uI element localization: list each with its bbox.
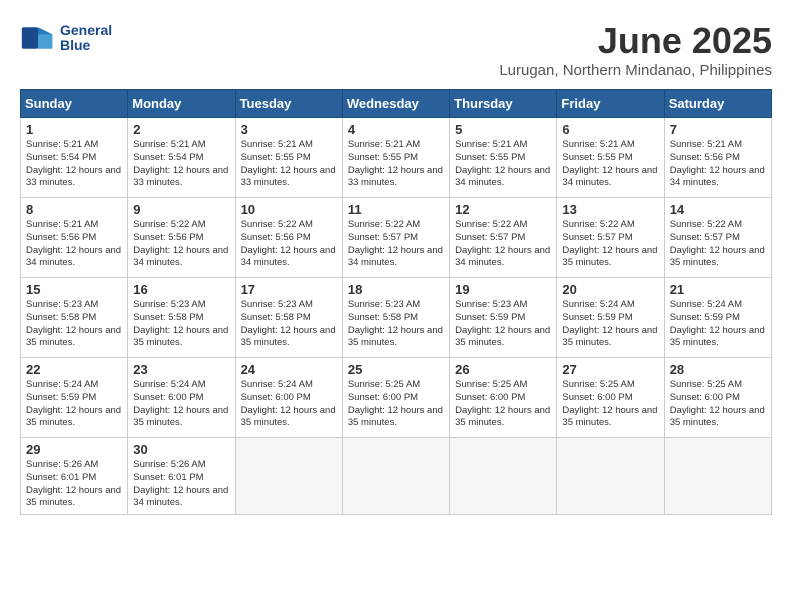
table-row: 15 Sunrise: 5:23 AMSunset: 5:58 PMDaylig… bbox=[21, 278, 128, 358]
general-blue-logo-icon bbox=[20, 20, 56, 56]
month-title: June 2025 bbox=[499, 20, 772, 62]
table-row: 4 Sunrise: 5:21 AMSunset: 5:55 PMDayligh… bbox=[342, 118, 449, 198]
table-row bbox=[450, 438, 557, 515]
col-thursday: Thursday bbox=[450, 90, 557, 118]
logo: General Blue bbox=[20, 20, 112, 56]
table-row: 24 Sunrise: 5:24 AMSunset: 6:00 PMDaylig… bbox=[235, 358, 342, 438]
location-title: Lurugan, Northern Mindanao, Philippines bbox=[499, 62, 772, 79]
col-monday: Monday bbox=[128, 90, 235, 118]
table-row bbox=[557, 438, 664, 515]
table-row: 20 Sunrise: 5:24 AMSunset: 5:59 PMDaylig… bbox=[557, 278, 664, 358]
table-row: 3 Sunrise: 5:21 AMSunset: 5:55 PMDayligh… bbox=[235, 118, 342, 198]
week-row-1: 1 Sunrise: 5:21 AMSunset: 5:54 PMDayligh… bbox=[21, 118, 772, 198]
col-tuesday: Tuesday bbox=[235, 90, 342, 118]
week-row-3: 15 Sunrise: 5:23 AMSunset: 5:58 PMDaylig… bbox=[21, 278, 772, 358]
table-row: 17 Sunrise: 5:23 AMSunset: 5:58 PMDaylig… bbox=[235, 278, 342, 358]
table-row: 29 Sunrise: 5:26 AMSunset: 6:01 PMDaylig… bbox=[21, 438, 128, 515]
table-row bbox=[664, 438, 771, 515]
table-row: 23 Sunrise: 5:24 AMSunset: 6:00 PMDaylig… bbox=[128, 358, 235, 438]
table-row bbox=[235, 438, 342, 515]
table-row: 8 Sunrise: 5:21 AMSunset: 5:56 PMDayligh… bbox=[21, 198, 128, 278]
table-row: 25 Sunrise: 5:25 AMSunset: 6:00 PMDaylig… bbox=[342, 358, 449, 438]
table-row: 2 Sunrise: 5:21 AMSunset: 5:54 PMDayligh… bbox=[128, 118, 235, 198]
table-row: 18 Sunrise: 5:23 AMSunset: 5:58 PMDaylig… bbox=[342, 278, 449, 358]
week-row-5: 29 Sunrise: 5:26 AMSunset: 6:01 PMDaylig… bbox=[21, 438, 772, 515]
table-row: 1 Sunrise: 5:21 AMSunset: 5:54 PMDayligh… bbox=[21, 118, 128, 198]
header: General Blue June 2025 Lurugan, Northern… bbox=[20, 20, 772, 79]
week-row-2: 8 Sunrise: 5:21 AMSunset: 5:56 PMDayligh… bbox=[21, 198, 772, 278]
table-row: 9 Sunrise: 5:22 AMSunset: 5:56 PMDayligh… bbox=[128, 198, 235, 278]
table-row: 7 Sunrise: 5:21 AMSunset: 5:56 PMDayligh… bbox=[664, 118, 771, 198]
table-row: 28 Sunrise: 5:25 AMSunset: 6:00 PMDaylig… bbox=[664, 358, 771, 438]
logo-line2: Blue bbox=[60, 38, 112, 53]
table-row: 27 Sunrise: 5:25 AMSunset: 6:00 PMDaylig… bbox=[557, 358, 664, 438]
col-wednesday: Wednesday bbox=[342, 90, 449, 118]
table-row: 14 Sunrise: 5:22 AMSunset: 5:57 PMDaylig… bbox=[664, 198, 771, 278]
table-row: 22 Sunrise: 5:24 AMSunset: 5:59 PMDaylig… bbox=[21, 358, 128, 438]
title-area: June 2025 Lurugan, Northern Mindanao, Ph… bbox=[499, 20, 772, 79]
table-row: 5 Sunrise: 5:21 AMSunset: 5:55 PMDayligh… bbox=[450, 118, 557, 198]
calendar: Sunday Monday Tuesday Wednesday Thursday… bbox=[20, 89, 772, 515]
table-row: 12 Sunrise: 5:22 AMSunset: 5:57 PMDaylig… bbox=[450, 198, 557, 278]
table-row: 26 Sunrise: 5:25 AMSunset: 6:00 PMDaylig… bbox=[450, 358, 557, 438]
table-row: 19 Sunrise: 5:23 AMSunset: 5:59 PMDaylig… bbox=[450, 278, 557, 358]
table-row: 21 Sunrise: 5:24 AMSunset: 5:59 PMDaylig… bbox=[664, 278, 771, 358]
week-row-4: 22 Sunrise: 5:24 AMSunset: 5:59 PMDaylig… bbox=[21, 358, 772, 438]
table-row: 16 Sunrise: 5:23 AMSunset: 5:58 PMDaylig… bbox=[128, 278, 235, 358]
table-row: 13 Sunrise: 5:22 AMSunset: 5:57 PMDaylig… bbox=[557, 198, 664, 278]
col-friday: Friday bbox=[557, 90, 664, 118]
logo-text: General Blue bbox=[60, 23, 112, 54]
table-row: 10 Sunrise: 5:22 AMSunset: 5:56 PMDaylig… bbox=[235, 198, 342, 278]
table-row: 30 Sunrise: 5:26 AMSunset: 6:01 PMDaylig… bbox=[128, 438, 235, 515]
logo-line1: General bbox=[60, 23, 112, 38]
col-sunday: Sunday bbox=[21, 90, 128, 118]
calendar-header-row: Sunday Monday Tuesday Wednesday Thursday… bbox=[21, 90, 772, 118]
table-row: 6 Sunrise: 5:21 AMSunset: 5:55 PMDayligh… bbox=[557, 118, 664, 198]
table-row: 11 Sunrise: 5:22 AMSunset: 5:57 PMDaylig… bbox=[342, 198, 449, 278]
col-saturday: Saturday bbox=[664, 90, 771, 118]
table-row bbox=[342, 438, 449, 515]
